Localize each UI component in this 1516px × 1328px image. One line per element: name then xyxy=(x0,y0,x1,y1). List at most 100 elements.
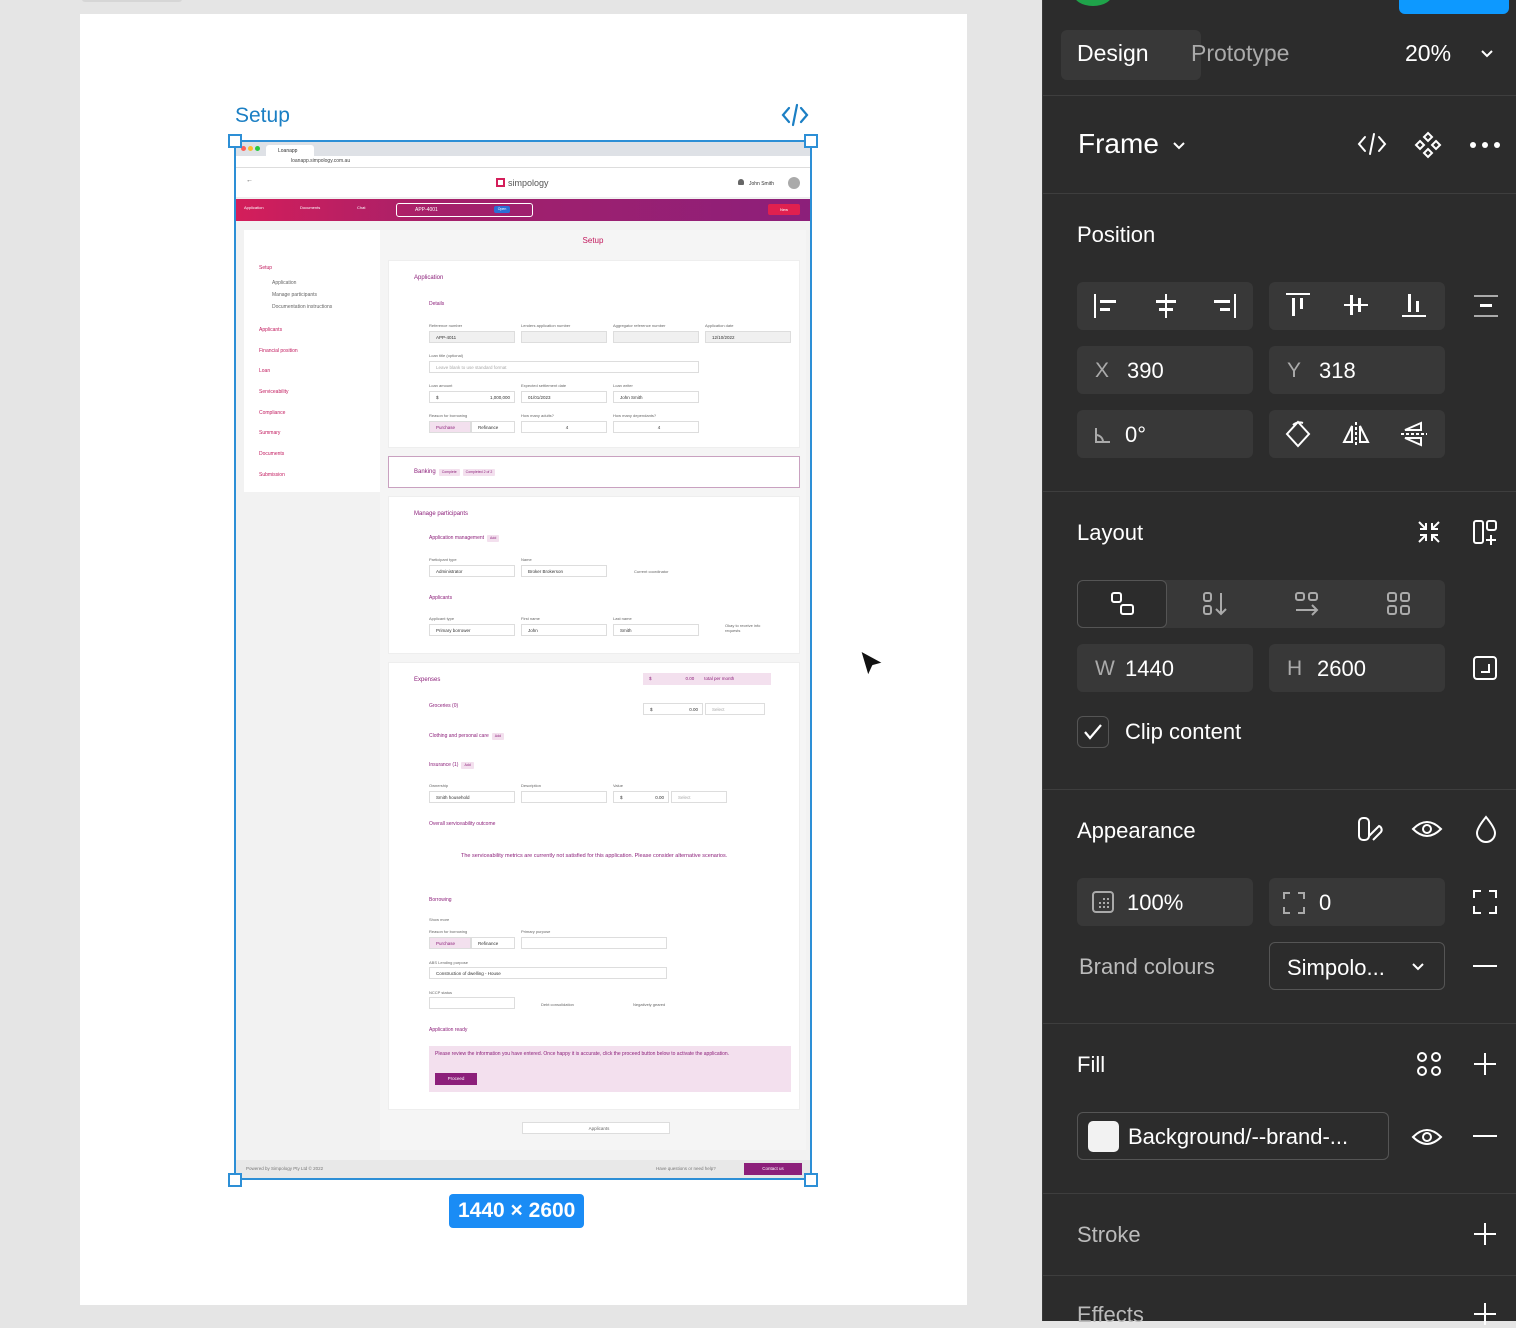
app-adults-stepper: 4 xyxy=(521,421,607,433)
flip-horizontal-icon[interactable] xyxy=(1341,420,1371,448)
resize-handle-br[interactable] xyxy=(804,1173,818,1187)
dev-code-icon[interactable] xyxy=(1355,130,1389,158)
frame-label[interactable]: Setup xyxy=(235,104,290,128)
app-label: Description xyxy=(521,783,542,788)
fill-style-row[interactable]: Background/--brand-... xyxy=(1077,1112,1389,1160)
align-left-icon[interactable] xyxy=(1091,292,1121,320)
app-expenses-card: Expenses $0.00 total per month Groceries … xyxy=(388,662,800,1110)
app-borrow-purchase: Purchase xyxy=(429,937,471,949)
styles-grid-icon[interactable] xyxy=(1415,1050,1443,1078)
visibility-eye-icon[interactable] xyxy=(1411,816,1443,842)
app-label: How many dependants? xyxy=(613,413,657,418)
app-label: First name xyxy=(521,616,540,621)
app-id-selector: APP-4001 xyxy=(396,203,533,217)
variable-mode-icon[interactable] xyxy=(1355,814,1385,844)
align-right-icon[interactable] xyxy=(1209,292,1239,320)
add-effect-icon[interactable] xyxy=(1473,1302,1497,1326)
app-sidebar-item: Submission xyxy=(259,472,285,478)
layout-freeform-icon[interactable] xyxy=(1109,590,1137,618)
app-user-name: John Smith xyxy=(748,181,774,187)
app-label: Current coordinator xyxy=(634,569,669,574)
layout-grid-icon[interactable] xyxy=(1385,590,1413,618)
rotation-angle-icon xyxy=(1093,425,1113,445)
width-field[interactable]: W 1440 xyxy=(1077,644,1253,692)
opacity-field[interactable]: 100% xyxy=(1077,878,1253,926)
app-sidebar-sub: Application xyxy=(272,280,297,286)
selected-frame[interactable]: Loanapp loanapp.simpology.com.au ← simpo… xyxy=(234,140,812,1180)
app-page-title: Setup xyxy=(582,236,604,245)
height-field[interactable]: H 2600 xyxy=(1269,644,1445,692)
app-header: ← simpology John Smith xyxy=(236,168,810,198)
resize-handle-bl[interactable] xyxy=(228,1173,242,1187)
fill-visibility-eye-icon[interactable] xyxy=(1411,1124,1443,1150)
app-mgmt-heading: Application management Add xyxy=(429,535,500,542)
app-value-select: Select xyxy=(671,791,727,803)
app-expenses-total: $0.00 total per month xyxy=(643,673,771,685)
user-avatar[interactable] xyxy=(1073,0,1113,6)
rotate-90-icon[interactable] xyxy=(1283,418,1313,450)
x-position-field[interactable]: X 390 xyxy=(1077,346,1253,394)
flip-vertical-icon[interactable] xyxy=(1399,420,1429,448)
share-button[interactable] xyxy=(1399,0,1509,14)
add-auto-layout-icon[interactable] xyxy=(1471,518,1499,546)
y-position-field[interactable]: Y 318 xyxy=(1269,346,1445,394)
corner-radius-field[interactable]: 0 xyxy=(1269,878,1445,926)
independent-corners-icon[interactable] xyxy=(1471,888,1499,916)
layout-vertical-icon[interactable] xyxy=(1201,590,1229,618)
add-stroke-icon[interactable] xyxy=(1473,1222,1497,1246)
app-label: Aggregator reference number xyxy=(613,323,666,328)
app-participants-title: Manage participants xyxy=(414,511,469,517)
app-nav-bar: Application Documents Chat APP-4001 Open… xyxy=(236,199,810,221)
properties-panel: Design Prototype 20% Frame Position X 390… xyxy=(1042,0,1516,1327)
align-top-icon[interactable] xyxy=(1283,290,1313,320)
resize-handle-tl[interactable] xyxy=(228,134,242,148)
zoom-chevron-down-icon[interactable] xyxy=(1479,46,1495,62)
app-description-input xyxy=(521,791,607,803)
component-icon[interactable] xyxy=(1413,130,1443,160)
add-fill-icon[interactable] xyxy=(1473,1052,1497,1076)
brand-colours-dropdown[interactable]: Simpolo... xyxy=(1269,942,1445,990)
app-label: ABS Lending purpose xyxy=(429,960,468,965)
chevron-down-icon xyxy=(1410,959,1426,975)
resize-handle-tr[interactable] xyxy=(804,134,818,148)
frame-type-label[interactable]: Frame xyxy=(1078,128,1159,160)
app-ptype-select: Administrator xyxy=(429,565,515,577)
app-groceries-heading: Groceries (0) xyxy=(429,703,459,709)
align-vertical-center-icon[interactable] xyxy=(1341,290,1371,320)
app-loan-title-input: Leave blank to use standard format xyxy=(429,361,699,373)
remove-fill-icon[interactable] xyxy=(1473,1134,1497,1138)
app-label: Okay to receive info requests xyxy=(725,623,761,633)
app-proceed-button: Proceed xyxy=(435,1073,477,1085)
align-bottom-icon[interactable] xyxy=(1399,290,1429,320)
app-status-badge: Open xyxy=(494,206,510,213)
app-date-input: 12/10/2022 xyxy=(705,331,791,343)
app-outcome-heading: Overall serviceability outcome xyxy=(429,821,496,827)
app-ready-message: Please review the information you have e… xyxy=(435,1051,730,1057)
rotation-field[interactable]: 0° xyxy=(1077,410,1253,458)
app-reference-input: APP-4011 xyxy=(429,331,515,343)
code-icon[interactable] xyxy=(780,102,810,128)
fill-color-swatch[interactable] xyxy=(1088,1121,1119,1152)
remove-brand-icon[interactable] xyxy=(1473,964,1497,968)
resize-constraints-icon[interactable] xyxy=(1471,654,1499,682)
blend-mode-drop-icon[interactable] xyxy=(1473,814,1499,844)
app-ready-heading: Application ready xyxy=(429,1027,468,1033)
align-horizontal-center-icon[interactable] xyxy=(1151,292,1181,320)
more-options-icon[interactable] xyxy=(1467,138,1503,152)
tab-design[interactable]: Design xyxy=(1077,40,1149,67)
app-sidebar-item: Loan xyxy=(259,368,271,374)
shrink-icon[interactable] xyxy=(1415,518,1443,546)
clip-content-checkbox[interactable] xyxy=(1077,716,1109,748)
design-canvas[interactable]: Setup Loanapp loanapp.simpology.com.au ←… xyxy=(0,0,1042,1321)
appearance-section-title: Appearance xyxy=(1077,818,1196,843)
layout-horizontal-icon[interactable] xyxy=(1293,590,1321,618)
app-label: Debt consolidation xyxy=(541,1002,574,1007)
browser-chrome: Loanapp xyxy=(236,142,810,156)
zoom-level[interactable]: 20% xyxy=(1405,40,1451,67)
distribute-icon[interactable] xyxy=(1471,292,1501,320)
app-purchase-toggle: Purchase xyxy=(429,421,471,433)
app-first-input: John xyxy=(521,624,607,636)
tab-prototype[interactable]: Prototype xyxy=(1191,40,1289,67)
app-new-button: New xyxy=(768,204,800,215)
frame-chevron-down-icon[interactable] xyxy=(1171,138,1187,154)
